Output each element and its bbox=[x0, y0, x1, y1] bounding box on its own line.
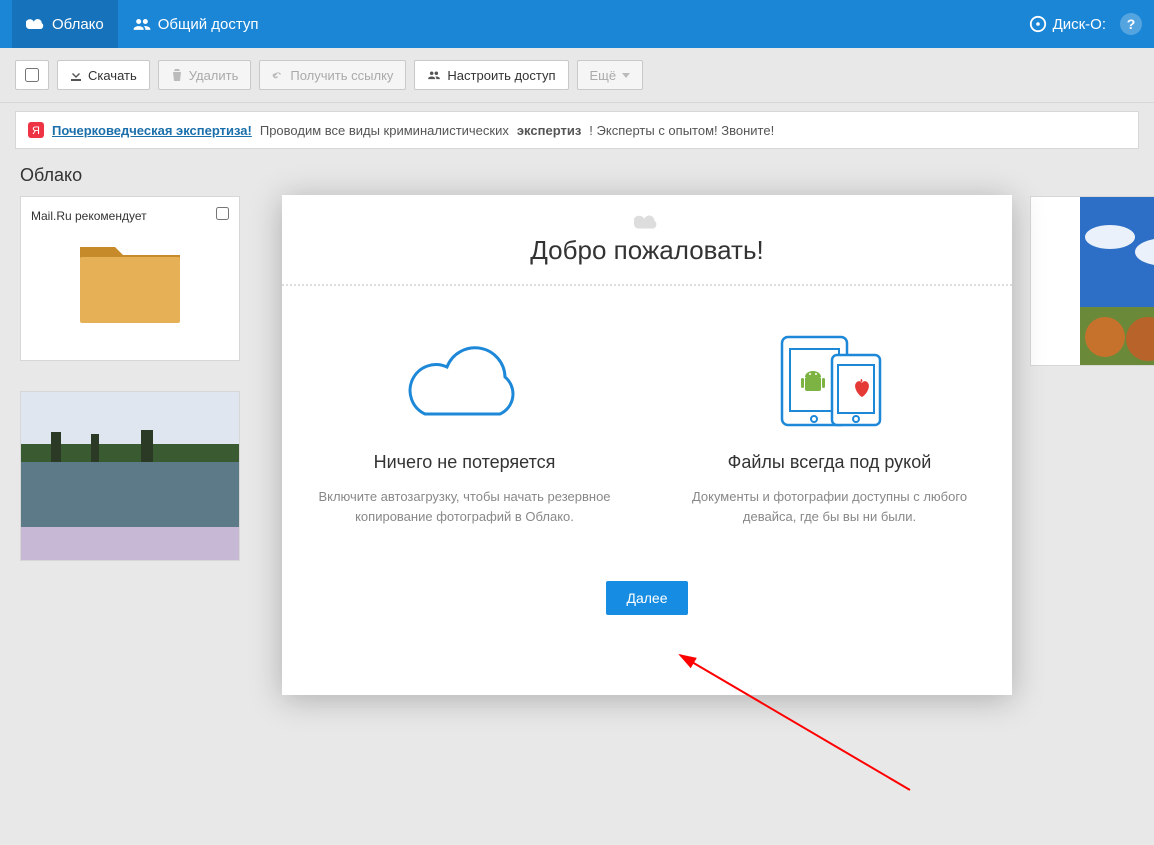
svg-text:Я: Я bbox=[32, 125, 40, 137]
welcome-modal: Добро пожаловать! Ничего не потеряется В… bbox=[282, 195, 1012, 695]
folder-checkbox[interactable] bbox=[216, 207, 229, 220]
delete-label: Удалить bbox=[189, 68, 239, 83]
feature2-desc: Документы и фотографии доступны с любого… bbox=[680, 487, 980, 526]
ad-text-2: ! Эксперты с опытом! Звоните! bbox=[589, 123, 774, 138]
feature2-title: Файлы всегда под рукой bbox=[680, 452, 980, 473]
feature1-desc: Включите автозагрузку, чтобы начать резе… bbox=[315, 487, 615, 526]
selectall-checkbox[interactable] bbox=[15, 60, 49, 90]
tab-cloud[interactable]: Облако bbox=[12, 0, 118, 48]
help-button[interactable]: ? bbox=[1120, 13, 1142, 35]
disko-label: Диск-О: bbox=[1053, 16, 1106, 33]
ad-icon: Я bbox=[28, 122, 44, 138]
config-access-button[interactable]: Настроить доступ bbox=[414, 60, 568, 90]
thumb-image-icon bbox=[21, 392, 239, 560]
download-icon bbox=[70, 69, 82, 81]
disk-icon bbox=[1029, 15, 1047, 33]
folder-icon bbox=[75, 239, 185, 329]
feature1-title: Ничего не потеряется bbox=[315, 452, 615, 473]
breadcrumb: Облако bbox=[0, 149, 1154, 196]
next-button[interactable]: Далее bbox=[606, 581, 687, 615]
image-thumb-2[interactable] bbox=[1030, 196, 1154, 366]
getlink-button[interactable]: Получить ссылку bbox=[259, 60, 406, 90]
disko-link[interactable]: Диск-О: bbox=[1029, 15, 1106, 33]
ad-bar[interactable]: Я Почерковедческая экспертиза! Проводим … bbox=[15, 111, 1139, 149]
link-icon bbox=[272, 69, 284, 81]
header-right: Диск-О: ? bbox=[1029, 13, 1142, 35]
group-icon bbox=[427, 69, 441, 81]
modal-title: Добро пожаловать! bbox=[530, 235, 764, 266]
feature-devices: Файлы всегда под рукой Документы и фотог… bbox=[680, 324, 980, 526]
more-label: Ещё bbox=[590, 68, 617, 83]
ad-emph: экспертиз bbox=[517, 123, 581, 138]
tab-shared-label: Общий доступ bbox=[158, 16, 259, 33]
cloud-icon bbox=[634, 213, 660, 231]
group-icon bbox=[132, 17, 152, 31]
tab-cloud-label: Облако bbox=[52, 16, 104, 33]
folder-label: Mail.Ru рекомендует bbox=[31, 209, 147, 223]
delete-button[interactable]: Удалить bbox=[158, 60, 252, 90]
image-thumb-1[interactable] bbox=[20, 391, 240, 561]
config-access-label: Настроить доступ bbox=[447, 68, 555, 83]
download-button[interactable]: Скачать bbox=[57, 60, 150, 90]
trash-icon bbox=[171, 69, 183, 81]
cloud-icon bbox=[26, 17, 46, 31]
folder-card[interactable]: Mail.Ru рекомендует bbox=[20, 196, 240, 361]
getlink-label: Получить ссылку bbox=[290, 68, 393, 83]
more-button[interactable]: Ещё bbox=[577, 60, 644, 90]
cloud-outline-icon bbox=[395, 332, 535, 427]
top-header: Облако Общий доступ Диск-О: ? bbox=[0, 0, 1154, 48]
feature-backup: Ничего не потеряется Включите автозагруз… bbox=[315, 324, 615, 526]
chevron-down-icon bbox=[622, 73, 630, 78]
tab-shared[interactable]: Общий доступ bbox=[118, 0, 273, 48]
ad-title: Почерковедческая экспертиза! bbox=[52, 123, 252, 138]
devices-icon bbox=[770, 329, 890, 429]
thumb-image-icon bbox=[1080, 197, 1154, 365]
divider bbox=[282, 284, 1012, 286]
toolbar: Скачать Удалить Получить ссылку Настроит… bbox=[0, 48, 1154, 103]
features-row: Ничего не потеряется Включите автозагруз… bbox=[282, 324, 1012, 526]
download-label: Скачать bbox=[88, 68, 137, 83]
ad-text-1: Проводим все виды криминалистических bbox=[260, 123, 509, 138]
selectall-input[interactable] bbox=[25, 68, 39, 82]
